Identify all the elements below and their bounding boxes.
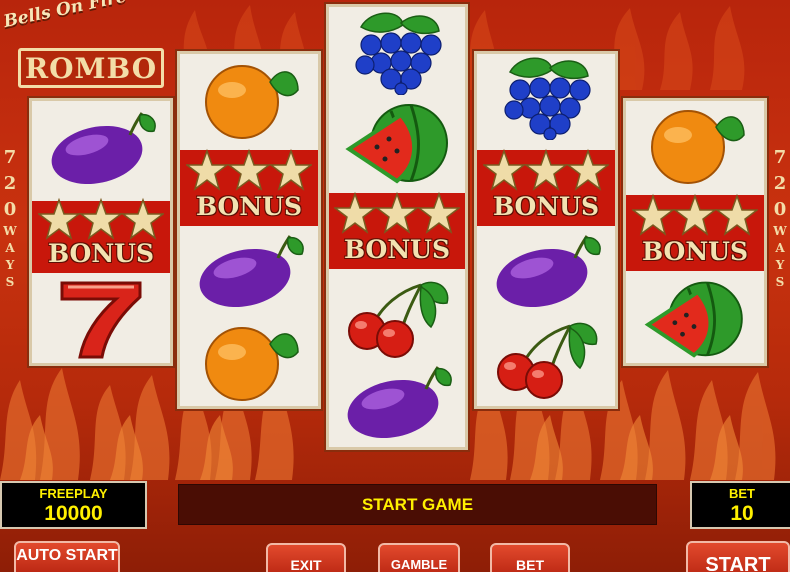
watermelon-icon <box>644 281 743 358</box>
cherries-icon <box>497 322 598 399</box>
ways-letter: W <box>3 224 17 238</box>
logo-frame: ROMBO <box>18 48 164 88</box>
ways-letter: A <box>775 241 785 255</box>
ways-letter: A <box>5 241 15 255</box>
freeplay-label: FREEPLAY <box>39 486 108 501</box>
plum-icon <box>496 235 601 308</box>
cherries-icon <box>348 281 449 358</box>
seven-icon <box>60 281 142 359</box>
ways-letter: S <box>775 275 785 289</box>
bonus-label: BONUS <box>492 192 600 221</box>
ways-label-right: 7 2 0 W A Y S <box>770 145 790 291</box>
ways-digit: 0 <box>773 199 787 220</box>
ways-letter: Y <box>775 258 785 272</box>
ways-letter: Y <box>5 258 15 272</box>
bonus-icon: BONUS <box>32 197 170 273</box>
reel-3: BONUS <box>326 4 468 450</box>
stars-icon <box>334 191 460 234</box>
orange-icon <box>651 110 745 184</box>
ways-digit: 0 <box>3 199 17 220</box>
orange-icon <box>205 65 299 139</box>
ways-label-left: 7 2 0 W A Y S <box>0 145 20 291</box>
start-label: START <box>705 554 771 572</box>
ways-letter: S <box>5 275 15 289</box>
bonus-icon: BONUS <box>477 148 615 226</box>
bet-button[interactable]: BET <box>490 543 570 572</box>
bet-button-label: BET <box>516 557 544 572</box>
ways-digit: 7 <box>773 147 787 168</box>
bonus-label: BONUS <box>195 192 303 221</box>
exit-label: EXIT <box>290 557 322 572</box>
stars-icon <box>632 193 758 236</box>
logo-title: Bells On Fire <box>1 0 129 32</box>
bonus-label: BONUS <box>47 239 155 268</box>
logo-name: ROMBO <box>24 51 158 85</box>
plum-icon <box>347 366 452 439</box>
bonus-icon: BONUS <box>626 193 764 271</box>
gamble-label: GAMBLE <box>390 557 448 572</box>
ways-digit: 2 <box>773 173 787 194</box>
bet-panel: BET 10 <box>690 481 790 529</box>
bet-value: 10 <box>730 502 754 525</box>
stars-icon <box>38 197 164 240</box>
stars-icon <box>186 148 312 191</box>
exit-button[interactable]: EXIT <box>266 543 346 572</box>
ways-letter: W <box>773 224 787 238</box>
freeplay-value: 10000 <box>44 502 103 525</box>
reel-4: BONUS <box>474 51 618 409</box>
reel-5: BONUS <box>623 98 767 366</box>
reel-1: BONUS <box>29 98 173 366</box>
ways-digit: 2 <box>3 173 17 194</box>
plum-icon <box>199 235 304 308</box>
orange-icon <box>205 327 299 401</box>
bonus-label: BONUS <box>343 235 451 264</box>
ways-digit: 7 <box>3 147 17 168</box>
slot-game-screen: Bells On Fire ROMBO 7 2 0 W A Y S 7 2 0 … <box>0 0 790 572</box>
start-button[interactable]: START <box>686 541 790 572</box>
auto-start-button[interactable]: AUTO START <box>14 541 120 572</box>
gamble-button[interactable]: GAMBLE <box>378 543 460 572</box>
bet-label: BET <box>729 486 755 501</box>
grapes-icon <box>355 12 442 95</box>
game-message: START GAME <box>178 484 657 525</box>
stars-icon <box>483 148 609 191</box>
reel-2: BONUS <box>177 51 321 409</box>
freeplay-panel: FREEPLAY 10000 <box>0 481 147 529</box>
game-logo: Bells On Fire ROMBO <box>0 0 175 94</box>
grapes-icon <box>504 57 591 140</box>
plum-icon <box>51 112 156 185</box>
watermelon-icon <box>345 104 448 184</box>
auto-start-label: AUTO START <box>16 547 118 564</box>
bonus-icon: BONUS <box>329 191 465 269</box>
bonus-icon: BONUS <box>180 148 318 226</box>
bonus-label: BONUS <box>641 237 749 266</box>
